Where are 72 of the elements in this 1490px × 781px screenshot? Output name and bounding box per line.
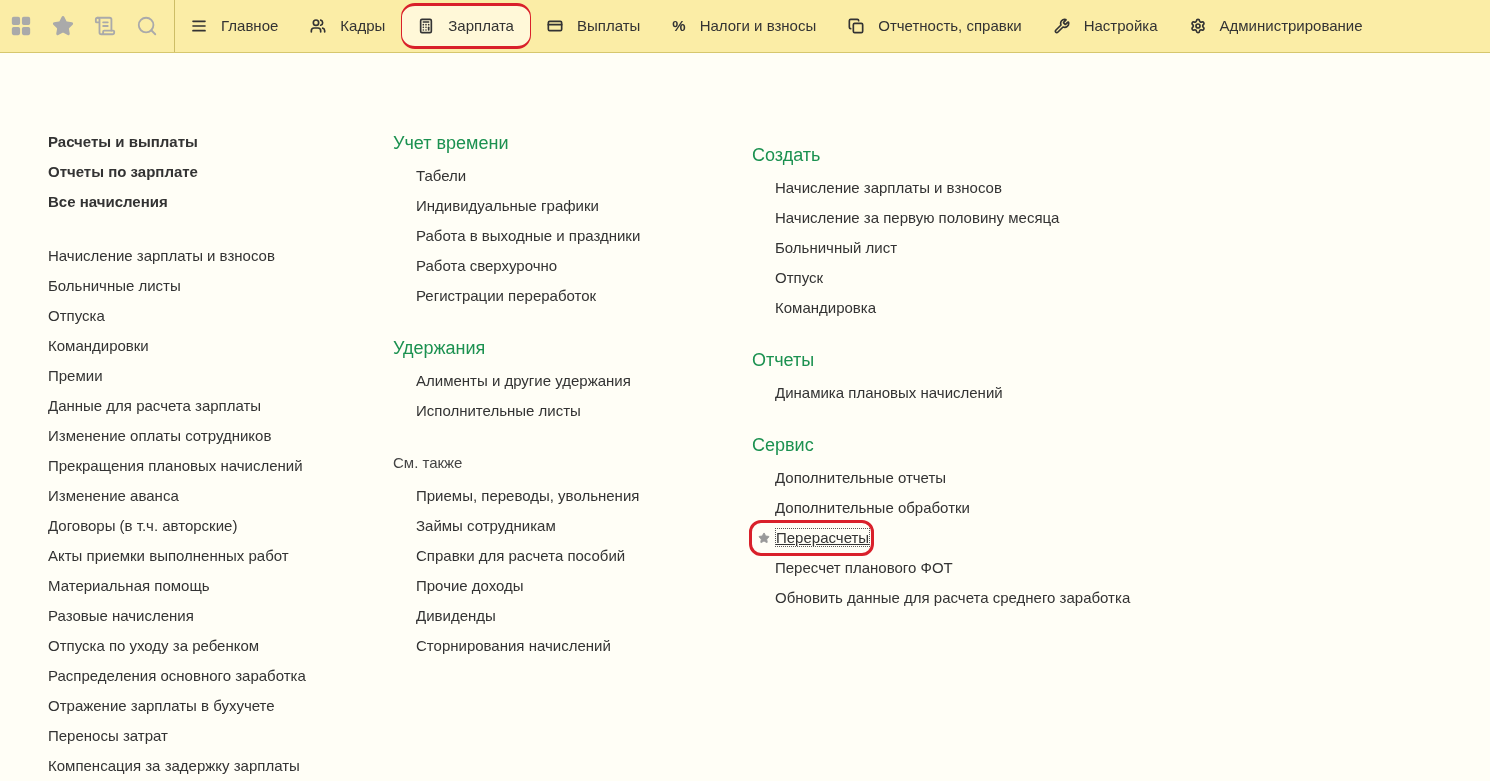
settings-icon xyxy=(1189,18,1206,34)
section-heading: Учет времени xyxy=(393,132,510,155)
percent-icon: % xyxy=(672,14,686,38)
menu-link[interactable]: Прочие доходы xyxy=(416,577,524,594)
menu-link[interactable]: Разовые начисления xyxy=(48,601,393,631)
menu-link[interactable]: Приемы, переводы, увольнения xyxy=(416,487,640,504)
menu-link[interactable]: Договоры (в т.ч. авторские) xyxy=(48,511,393,541)
search-icon[interactable] xyxy=(136,15,158,37)
menu-link[interactable]: Табели xyxy=(416,167,467,184)
menu-link[interactable]: Больничный лист xyxy=(775,239,897,256)
menu-link[interactable]: Динамика плановых начислений xyxy=(775,384,1003,401)
section-heading: См. также xyxy=(393,453,464,473)
menu-link[interactable]: Материальная помощь xyxy=(48,571,393,601)
section-heading: Создать xyxy=(752,144,822,167)
menu-link[interactable]: Отчеты по зарплате xyxy=(48,157,393,187)
star-icon xyxy=(758,532,770,544)
section-heading: Отчеты xyxy=(752,349,816,372)
menu-link[interactable]: Прекращения плановых начислений xyxy=(48,451,393,481)
menu-link[interactable]: Дивиденды xyxy=(416,607,496,624)
section-tab[interactable]: Администрирование xyxy=(1173,0,1379,52)
section-tab[interactable]: Отчетность, справки xyxy=(832,0,1038,52)
section-heading: Удержания xyxy=(393,337,487,360)
grid-icon[interactable] xyxy=(10,15,32,37)
menu-link[interactable]: Начисление зарплаты и взносов xyxy=(775,179,1002,196)
users-icon xyxy=(310,18,327,34)
card-icon xyxy=(546,18,563,34)
calculator-icon xyxy=(418,18,435,34)
menu-link[interactable]: Справки для расчета пособий xyxy=(416,547,626,564)
menu-link[interactable]: Обновить данные для расчета среднего заработка xyxy=(775,589,1131,606)
menu-link[interactable]: Акты приемки выполненных работ xyxy=(48,541,393,571)
menu-link[interactable]: Данные для расчета зарплаты xyxy=(48,391,393,421)
menu-link[interactable]: Расчеты и выплаты xyxy=(48,127,393,157)
menu-link[interactable]: Сторнирования начислений xyxy=(416,637,611,654)
section-tab[interactable]: Кадры xyxy=(294,0,402,52)
menu-link[interactable]: Исполнительные листы xyxy=(416,402,581,419)
menu-link[interactable]: Начисление зарплаты и взносов xyxy=(48,241,393,271)
menu-link[interactable]: Займы сотрудникам xyxy=(416,517,556,534)
menu-link[interactable]: Работа в выходные и праздники xyxy=(416,227,641,244)
section-heading: Сервис xyxy=(752,434,815,457)
menu-link[interactable]: Отпуска по уходу за ребенком xyxy=(48,631,393,661)
menu-icon xyxy=(191,18,207,34)
menu-link[interactable]: Алименты и другие удержания xyxy=(416,372,631,389)
menu-link[interactable]: Отражение зарплаты в бухучете xyxy=(48,691,393,721)
section-tab[interactable]: Главное xyxy=(175,0,295,52)
menu-link[interactable]: Изменение аванса xyxy=(48,481,393,511)
menu-link[interactable]: Больничные листы xyxy=(48,271,393,301)
section-tab[interactable]: % Налоги и взносы xyxy=(656,0,833,52)
menu-link[interactable]: Все начисления xyxy=(48,187,393,217)
section-tab[interactable]: Настройка xyxy=(1037,0,1174,52)
menu-link[interactable]: Пересчет планового ФОТ xyxy=(775,559,953,576)
menu-link[interactable]: Дополнительные обработки xyxy=(775,499,970,516)
section-tab[interactable]: Зарплата xyxy=(401,3,531,49)
menu-link[interactable]: Перерасчеты xyxy=(776,529,870,546)
section-tab[interactable]: Выплаты xyxy=(530,0,657,52)
scroll-icon[interactable] xyxy=(94,15,116,37)
menu-link[interactable]: Отпуск xyxy=(775,269,824,286)
menu-link[interactable]: Премии xyxy=(48,361,393,391)
menu-link[interactable]: Отпуска xyxy=(48,301,393,331)
wrench-icon xyxy=(1053,18,1070,34)
menu-link[interactable]: Командировка xyxy=(775,299,877,316)
menu-link[interactable]: Регистрации переработок xyxy=(416,287,597,304)
menu-link[interactable]: Переносы затрат xyxy=(48,721,393,751)
menu-link[interactable]: Работа сверхурочно xyxy=(416,257,558,274)
copy-icon xyxy=(848,18,865,34)
menu-link[interactable]: Дополнительные отчеты xyxy=(775,469,947,486)
menu-link[interactable]: Начисление за первую половину месяца xyxy=(775,209,1060,226)
menu-link[interactable]: Командировки xyxy=(48,331,393,361)
menu-link[interactable]: Изменение оплаты сотрудников xyxy=(48,421,393,451)
menu-link[interactable]: Распределения основного заработка xyxy=(48,661,393,691)
menu-link[interactable]: Индивидуальные графики xyxy=(416,197,599,214)
menu-link[interactable]: Компенсация за задержку зарплаты xyxy=(48,751,393,781)
star-icon[interactable] xyxy=(52,15,74,37)
